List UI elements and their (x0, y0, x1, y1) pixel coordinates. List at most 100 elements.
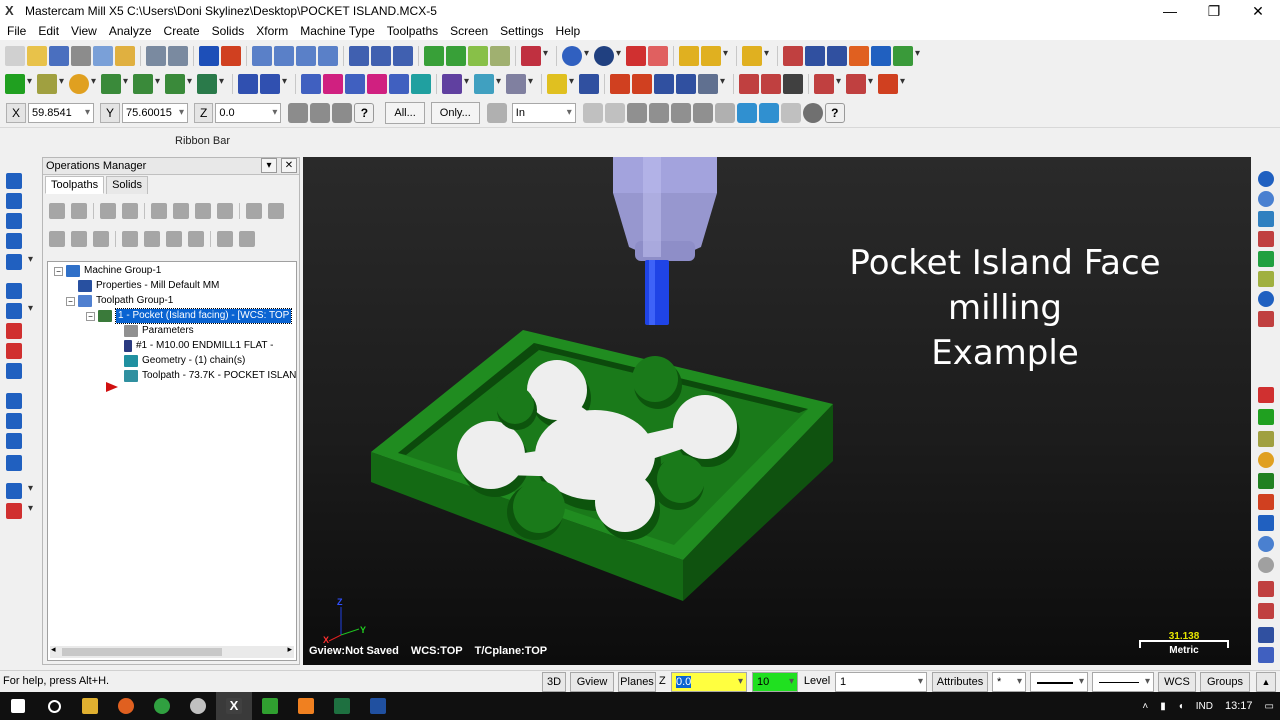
wcs-icon[interactable] (1258, 311, 1274, 327)
trim-tool-icon[interactable] (1258, 581, 1274, 597)
fixture-dropdown-icon[interactable] (900, 74, 908, 94)
z-depth-input[interactable]: 0.0 (671, 672, 747, 692)
insert-arrow-icon[interactable] (166, 231, 182, 247)
help-question-icon[interactable] (783, 46, 803, 66)
collapse-icon[interactable]: − (66, 296, 75, 306)
color-select[interactable]: 10 (752, 672, 798, 692)
boolean-tool-icon[interactable] (6, 503, 33, 519)
loop-select-icon[interactable] (714, 102, 735, 123)
arc-icon[interactable] (1258, 452, 1274, 468)
verify-icon[interactable] (521, 46, 541, 66)
face-select-icon[interactable] (648, 102, 669, 123)
collapse-icon[interactable]: − (86, 311, 95, 321)
print-preview-icon[interactable] (93, 46, 113, 66)
clock[interactable]: 13:17 (1225, 700, 1253, 712)
sphere-icon[interactable] (594, 46, 614, 66)
highlight-icon[interactable] (115, 46, 135, 66)
volume-icon[interactable]: ◖ (1178, 701, 1184, 712)
create-fillet-icon[interactable] (133, 74, 153, 94)
create-arc-icon[interactable] (69, 74, 89, 94)
menu-toolpaths[interactable]: Toolpaths (382, 22, 445, 40)
fillet-tool-icon[interactable] (6, 455, 22, 471)
cancel-tool-icon[interactable] (1258, 557, 1274, 573)
taskbar-file-explorer[interactable] (72, 692, 108, 720)
zoom-in-icon[interactable] (296, 46, 316, 66)
taskbar-vlc[interactable] (288, 692, 324, 720)
solid-box-icon[interactable] (424, 46, 444, 66)
rect-icon[interactable] (1258, 494, 1274, 510)
menu-edit[interactable]: Edit (33, 22, 66, 40)
tab-toolpaths[interactable]: Toolpaths (45, 176, 105, 194)
line-select-icon[interactable] (582, 102, 603, 123)
stock-dropdown-icon[interactable] (868, 74, 876, 94)
pencil-dropdown-icon[interactable] (723, 46, 731, 66)
shading-icon[interactable] (626, 46, 646, 66)
xform-mirror-icon[interactable] (323, 74, 343, 94)
shell-tool-icon[interactable] (6, 483, 33, 499)
toggle-display-icon[interactable] (71, 231, 87, 247)
gview-front-icon[interactable] (1258, 191, 1274, 207)
line-style-select[interactable] (1030, 672, 1088, 692)
menu-settings[interactable]: Settings (495, 22, 550, 40)
help-icon[interactable]: ? (354, 102, 375, 123)
scrollbar-thumb[interactable] (62, 648, 222, 656)
edit-dropdown-icon[interactable] (720, 74, 728, 94)
attributes-button[interactable]: Attributes (932, 672, 988, 692)
gview-button[interactable]: Gview (570, 672, 614, 692)
sweep-tool-icon[interactable] (6, 413, 22, 429)
xform-offset-icon[interactable] (389, 74, 409, 94)
fit-icon[interactable] (252, 46, 272, 66)
solid-shaded-icon[interactable] (446, 46, 466, 66)
zoom-window-icon[interactable] (274, 46, 294, 66)
select-all-button[interactable]: All... (385, 101, 425, 124)
maximize-button[interactable]: ❐ (1192, 0, 1236, 22)
repaint-icon[interactable] (221, 46, 241, 66)
break-icon[interactable] (260, 74, 280, 94)
tray-chevron-icon[interactable]: ˄ (1142, 701, 1148, 712)
close-button[interactable]: ✕ (1236, 0, 1280, 22)
panel-dropdown-icon[interactable]: ▾ (261, 158, 277, 173)
cancel-icon[interactable] (780, 102, 801, 123)
language-indicator[interactable]: IND (1196, 701, 1213, 712)
status-scroll-icon[interactable]: ▲ (1256, 672, 1276, 692)
spline-dropdown-icon[interactable] (187, 74, 195, 94)
level-select[interactable]: 1 (835, 672, 927, 692)
tree-node-operation[interactable]: − 1 - Pocket (Island facing) - [WCS: TOP (86, 308, 293, 324)
level-label[interactable]: Level (802, 672, 832, 692)
dimension-icon[interactable] (579, 74, 599, 94)
solid-tool-icon[interactable] (6, 254, 33, 270)
tree-node-geometry[interactable]: Geometry - (1) chain(s) (124, 354, 245, 368)
machine-dropdown-icon[interactable] (836, 74, 844, 94)
toolpath-icon[interactable] (6, 173, 22, 189)
delete-op-icon[interactable] (246, 203, 262, 219)
create-point-icon[interactable] (5, 74, 25, 94)
taskbar-mastercam[interactable]: X (216, 692, 252, 720)
toggle-post-icon[interactable] (93, 231, 109, 247)
sigma-icon[interactable] (871, 46, 891, 66)
planes-button[interactable]: Planes (618, 672, 656, 692)
groups-button[interactable]: Groups (1200, 672, 1250, 692)
xform-scale-icon[interactable] (367, 74, 387, 94)
edge-select-icon[interactable] (692, 102, 713, 123)
regen-dirty-icon[interactable] (122, 203, 138, 219)
box-tool-icon[interactable] (6, 283, 22, 299)
drop-tool-icon[interactable] (6, 233, 22, 249)
start-button[interactable] (0, 692, 36, 720)
curve-tool-icon[interactable] (6, 213, 22, 229)
xform-tool-icon[interactable] (1258, 603, 1274, 619)
simulate-icon[interactable] (761, 74, 781, 94)
pocket-dropdown-icon[interactable] (528, 74, 536, 94)
arc-dropdown-icon[interactable] (91, 74, 99, 94)
point-style-select[interactable]: * (992, 672, 1026, 692)
autocursor-settings-icon[interactable] (332, 102, 353, 123)
split-view-icon[interactable] (827, 46, 847, 66)
line-width-select[interactable] (1092, 672, 1154, 692)
menu-xform[interactable]: Xform (251, 22, 295, 40)
select-tool-icon[interactable] (742, 46, 762, 66)
stock-icon[interactable] (846, 74, 866, 94)
dim-tool-icon[interactable] (1258, 627, 1274, 643)
levels-icon[interactable] (805, 46, 825, 66)
help-op-icon[interactable] (268, 203, 284, 219)
verify-dropdown-icon[interactable] (543, 46, 551, 66)
fixture-icon[interactable] (878, 74, 898, 94)
